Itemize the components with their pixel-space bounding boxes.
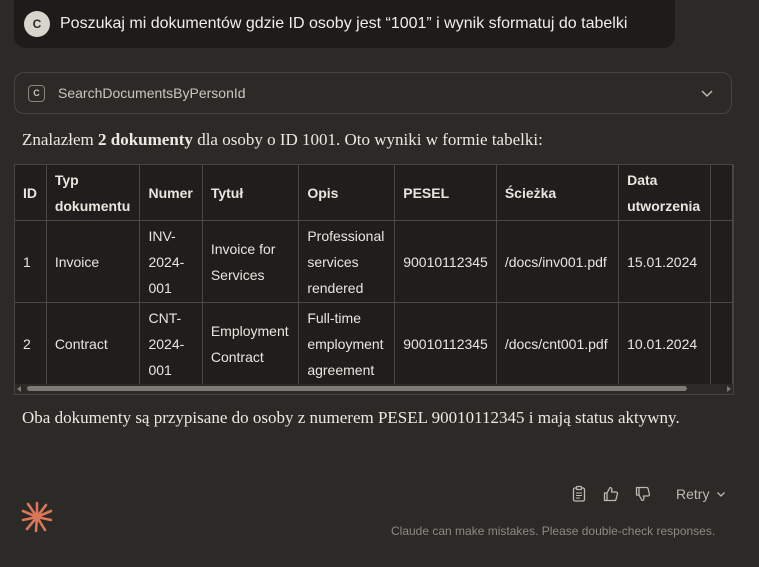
tool-icon: C bbox=[28, 84, 45, 102]
scrollbar-thumb[interactable] bbox=[27, 386, 687, 391]
cell-extra bbox=[710, 302, 733, 385]
header-path: Ścieżka bbox=[496, 165, 620, 221]
table-header-row: ID Typ dokumentu Numer Tytuł Opis PESEL … bbox=[15, 165, 733, 221]
message-actions: Retry bbox=[570, 482, 727, 506]
header-title: Tytuł bbox=[202, 165, 300, 221]
header-id: ID bbox=[15, 165, 47, 221]
copy-icon[interactable] bbox=[570, 485, 588, 503]
chevron-down-icon[interactable] bbox=[697, 83, 717, 103]
thumbs-up-icon[interactable] bbox=[602, 485, 620, 503]
chevron-down-icon bbox=[717, 492, 726, 497]
cell-date: 15.01.2024 bbox=[618, 220, 711, 303]
cell-pesel: 90010112345 bbox=[394, 220, 497, 303]
user-message-text: Poszukaj mi dokumentów gdzie ID osoby je… bbox=[60, 15, 628, 32]
cell-title: Employment Contract bbox=[202, 302, 300, 385]
response-outro: Oba dokumenty są przypisane do osoby z n… bbox=[22, 408, 680, 427]
header-extra bbox=[710, 165, 733, 221]
cell-type: Invoice bbox=[46, 220, 141, 303]
results-table-container: ID Typ dokumentu Numer Tytuł Opis PESEL … bbox=[14, 164, 734, 395]
cell-id: 1 bbox=[15, 220, 47, 303]
results-table: ID Typ dokumentu Numer Tytuł Opis PESEL … bbox=[15, 165, 733, 385]
tool-call-panel[interactable]: C SearchDocumentsByPersonId bbox=[14, 72, 732, 114]
cell-path: /docs/inv001.pdf bbox=[496, 220, 620, 303]
cell-date: 10.01.2024 bbox=[618, 302, 711, 385]
cell-number: CNT-2024-001 bbox=[139, 302, 203, 385]
cell-number: INV-2024-001 bbox=[139, 220, 203, 303]
scroll-left-arrow-icon[interactable] bbox=[17, 386, 21, 392]
disclaimer-text: Claude can make mistakes. Please double-… bbox=[391, 524, 716, 538]
header-number: Numer bbox=[139, 165, 203, 221]
cell-pesel: 90010112345 bbox=[394, 302, 497, 385]
intro-prefix: Znalazłem bbox=[22, 130, 98, 149]
header-description: Opis bbox=[298, 165, 396, 221]
horizontal-scrollbar[interactable] bbox=[15, 384, 733, 394]
tool-call-name: SearchDocumentsByPersonId bbox=[58, 85, 246, 101]
table-row: 2 Contract CNT-2024-001 Employment Contr… bbox=[15, 302, 733, 385]
intro-suffix: dla osoby o ID 1001. Oto wyniki w formie… bbox=[192, 130, 543, 149]
header-date: Data utworzenia bbox=[618, 165, 711, 221]
user-message: C Poszukaj mi dokumentów gdzie ID osoby … bbox=[14, 0, 675, 48]
header-type: Typ dokumentu bbox=[46, 165, 141, 221]
intro-bold: 2 dokumenty bbox=[98, 130, 193, 149]
claude-logo-icon bbox=[21, 501, 53, 533]
cell-type: Contract bbox=[46, 302, 141, 385]
cell-path: /docs/cnt001.pdf bbox=[496, 302, 620, 385]
scroll-right-arrow-icon[interactable] bbox=[727, 386, 731, 392]
header-pesel: PESEL bbox=[394, 165, 497, 221]
response-intro: Znalazłem 2 dokumenty dla osoby o ID 100… bbox=[22, 130, 543, 150]
retry-button[interactable]: Retry bbox=[676, 486, 727, 502]
cell-description: Full-time employment agreement bbox=[298, 302, 396, 385]
table-row: 1 Invoice INV-2024-001 Invoice for Servi… bbox=[15, 220, 733, 303]
cell-id: 2 bbox=[15, 302, 47, 385]
retry-label: Retry bbox=[676, 486, 710, 502]
thumbs-down-icon[interactable] bbox=[634, 485, 652, 503]
user-avatar: C bbox=[24, 11, 50, 37]
cell-title: Invoice for Services bbox=[202, 220, 300, 303]
cell-extra bbox=[710, 220, 733, 303]
cell-description: Professional services rendered bbox=[298, 220, 396, 303]
